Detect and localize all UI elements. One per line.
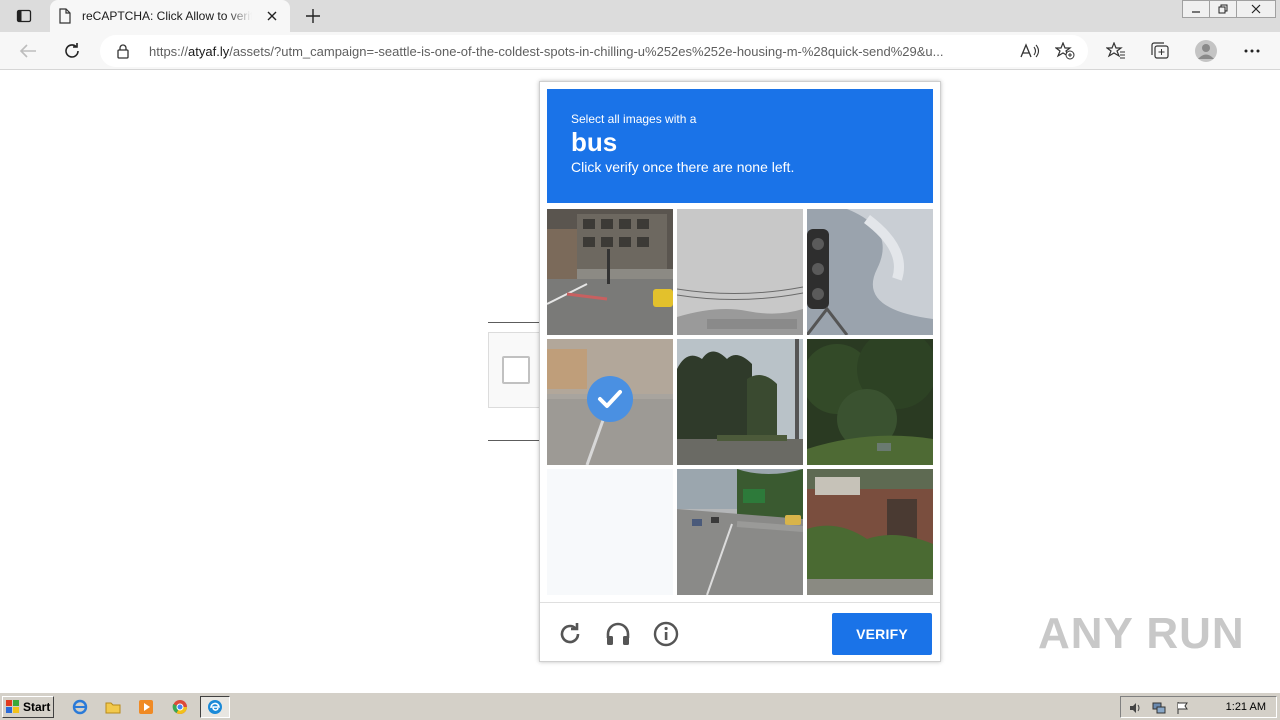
start-label: Start <box>23 700 51 714</box>
chrome-taskbar-button[interactable] <box>168 696 192 718</box>
flag-icon[interactable] <box>1175 700 1191 716</box>
page-icon <box>59 8 71 24</box>
more-dots-icon <box>1244 49 1260 53</box>
close-icon <box>267 11 277 21</box>
challenge-header: Select all images with a bus Click verif… <box>547 89 933 203</box>
image-tile[interactable] <box>807 209 933 335</box>
page-content: Select all images with a bus Click verif… <box>0 71 1280 692</box>
tab-actions-button[interactable] <box>8 4 40 28</box>
ie-icon <box>72 699 88 715</box>
tab-strip: reCAPTCHA: Click Allow to verify <box>0 0 1280 32</box>
info-icon <box>653 621 679 647</box>
favorites-icon <box>1106 42 1125 59</box>
windows-logo-icon <box>6 700 19 713</box>
audio-challenge-button[interactable] <box>604 620 632 648</box>
image-tile[interactable] <box>677 469 803 595</box>
anchor-divider <box>488 322 540 323</box>
refresh-button[interactable] <box>58 37 86 65</box>
collections-icon <box>1151 42 1169 59</box>
image-tile[interactable] <box>677 209 803 335</box>
tab-close-button[interactable] <box>262 6 282 26</box>
media-player-taskbar-button[interactable] <box>134 696 158 718</box>
browser-tab[interactable]: reCAPTCHA: Click Allow to verify <box>50 0 290 32</box>
url-host: atyaf.ly <box>188 44 230 59</box>
challenge-footer: VERIFY <box>540 602 940 662</box>
browser-toolbar: https://atyaf.ly/assets/?utm_campaign=-s… <box>0 32 1280 70</box>
image-tile[interactable] <box>547 469 673 595</box>
start-button[interactable]: Start <box>2 696 54 718</box>
ie-taskbar-button[interactable] <box>68 696 92 718</box>
tab-actions-icon <box>16 9 32 23</box>
add-favorite-button[interactable] <box>1054 41 1076 61</box>
info-button[interactable] <box>652 620 680 648</box>
target-object: bus <box>571 127 618 157</box>
watermark-logo: ANY RUN <box>1038 609 1245 658</box>
profile-button[interactable] <box>1194 39 1218 63</box>
reload-icon <box>560 623 580 644</box>
image-tile[interactable] <box>547 209 673 335</box>
clock: 1:21 AM <box>1225 701 1266 713</box>
edge-icon <box>208 700 222 714</box>
verify-button[interactable]: VERIFY <box>832 613 932 655</box>
read-aloud-button[interactable] <box>1019 41 1041 61</box>
reload-challenge-button[interactable] <box>556 620 584 648</box>
headphones-icon <box>606 622 630 645</box>
edge-taskbar-button[interactable] <box>200 696 230 718</box>
restore-button[interactable] <box>1209 0 1237 18</box>
network-icon[interactable] <box>1151 700 1167 716</box>
folder-icon <box>105 702 121 714</box>
avatar-icon <box>1195 40 1217 62</box>
recaptcha-anchor <box>488 332 540 408</box>
plus-icon <box>306 9 320 23</box>
back-arrow-icon <box>19 44 36 58</box>
image-grid <box>547 209 933 595</box>
volume-icon[interactable] <box>1127 700 1143 716</box>
taskbar: Start 1:21 AM <box>0 692 1280 720</box>
more-menu-button[interactable] <box>1240 39 1264 63</box>
favorites-button[interactable] <box>1104 39 1128 63</box>
image-tile[interactable] <box>547 339 673 465</box>
media-player-icon <box>139 700 153 714</box>
close-icon <box>1251 4 1261 14</box>
chrome-icon <box>172 700 187 714</box>
recaptcha-checkbox[interactable] <box>502 356 530 384</box>
url-path: /assets/?utm_campaign=-seattle-is-one-of… <box>229 44 944 59</box>
minimize-button[interactable] <box>1182 0 1210 18</box>
tab-title: reCAPTCHA: Click Allow to verify <box>82 9 252 23</box>
back-button[interactable] <box>14 37 42 65</box>
image-tile[interactable] <box>677 339 803 465</box>
url-text: https://atyaf.ly/assets/?utm_campaign=-s… <box>149 44 1011 59</box>
new-tab-button[interactable] <box>300 4 326 28</box>
restore-icon <box>1218 4 1228 14</box>
lock-icon <box>117 44 129 59</box>
star-add-icon <box>1055 42 1075 60</box>
anchor-divider <box>488 440 540 441</box>
collections-button[interactable] <box>1148 39 1172 63</box>
selected-check-icon <box>587 376 633 422</box>
url-prefix: https:// <box>149 44 189 59</box>
refresh-icon <box>65 43 79 58</box>
explorer-taskbar-button[interactable] <box>101 696 125 718</box>
address-bar[interactable]: https://atyaf.ly/assets/?utm_campaign=-s… <box>100 35 1088 67</box>
instruction-text: Select all images with a <box>571 112 697 126</box>
minimize-icon <box>1192 11 1200 13</box>
window-close-button[interactable] <box>1236 0 1276 18</box>
recaptcha-challenge: Select all images with a bus Click verif… <box>539 81 941 662</box>
image-tile[interactable] <box>807 339 933 465</box>
image-tile[interactable] <box>807 469 933 595</box>
system-tray: 1:21 AM <box>1120 696 1277 718</box>
hint-text: Click verify once there are none left. <box>571 159 795 175</box>
read-aloud-icon <box>1020 43 1040 58</box>
